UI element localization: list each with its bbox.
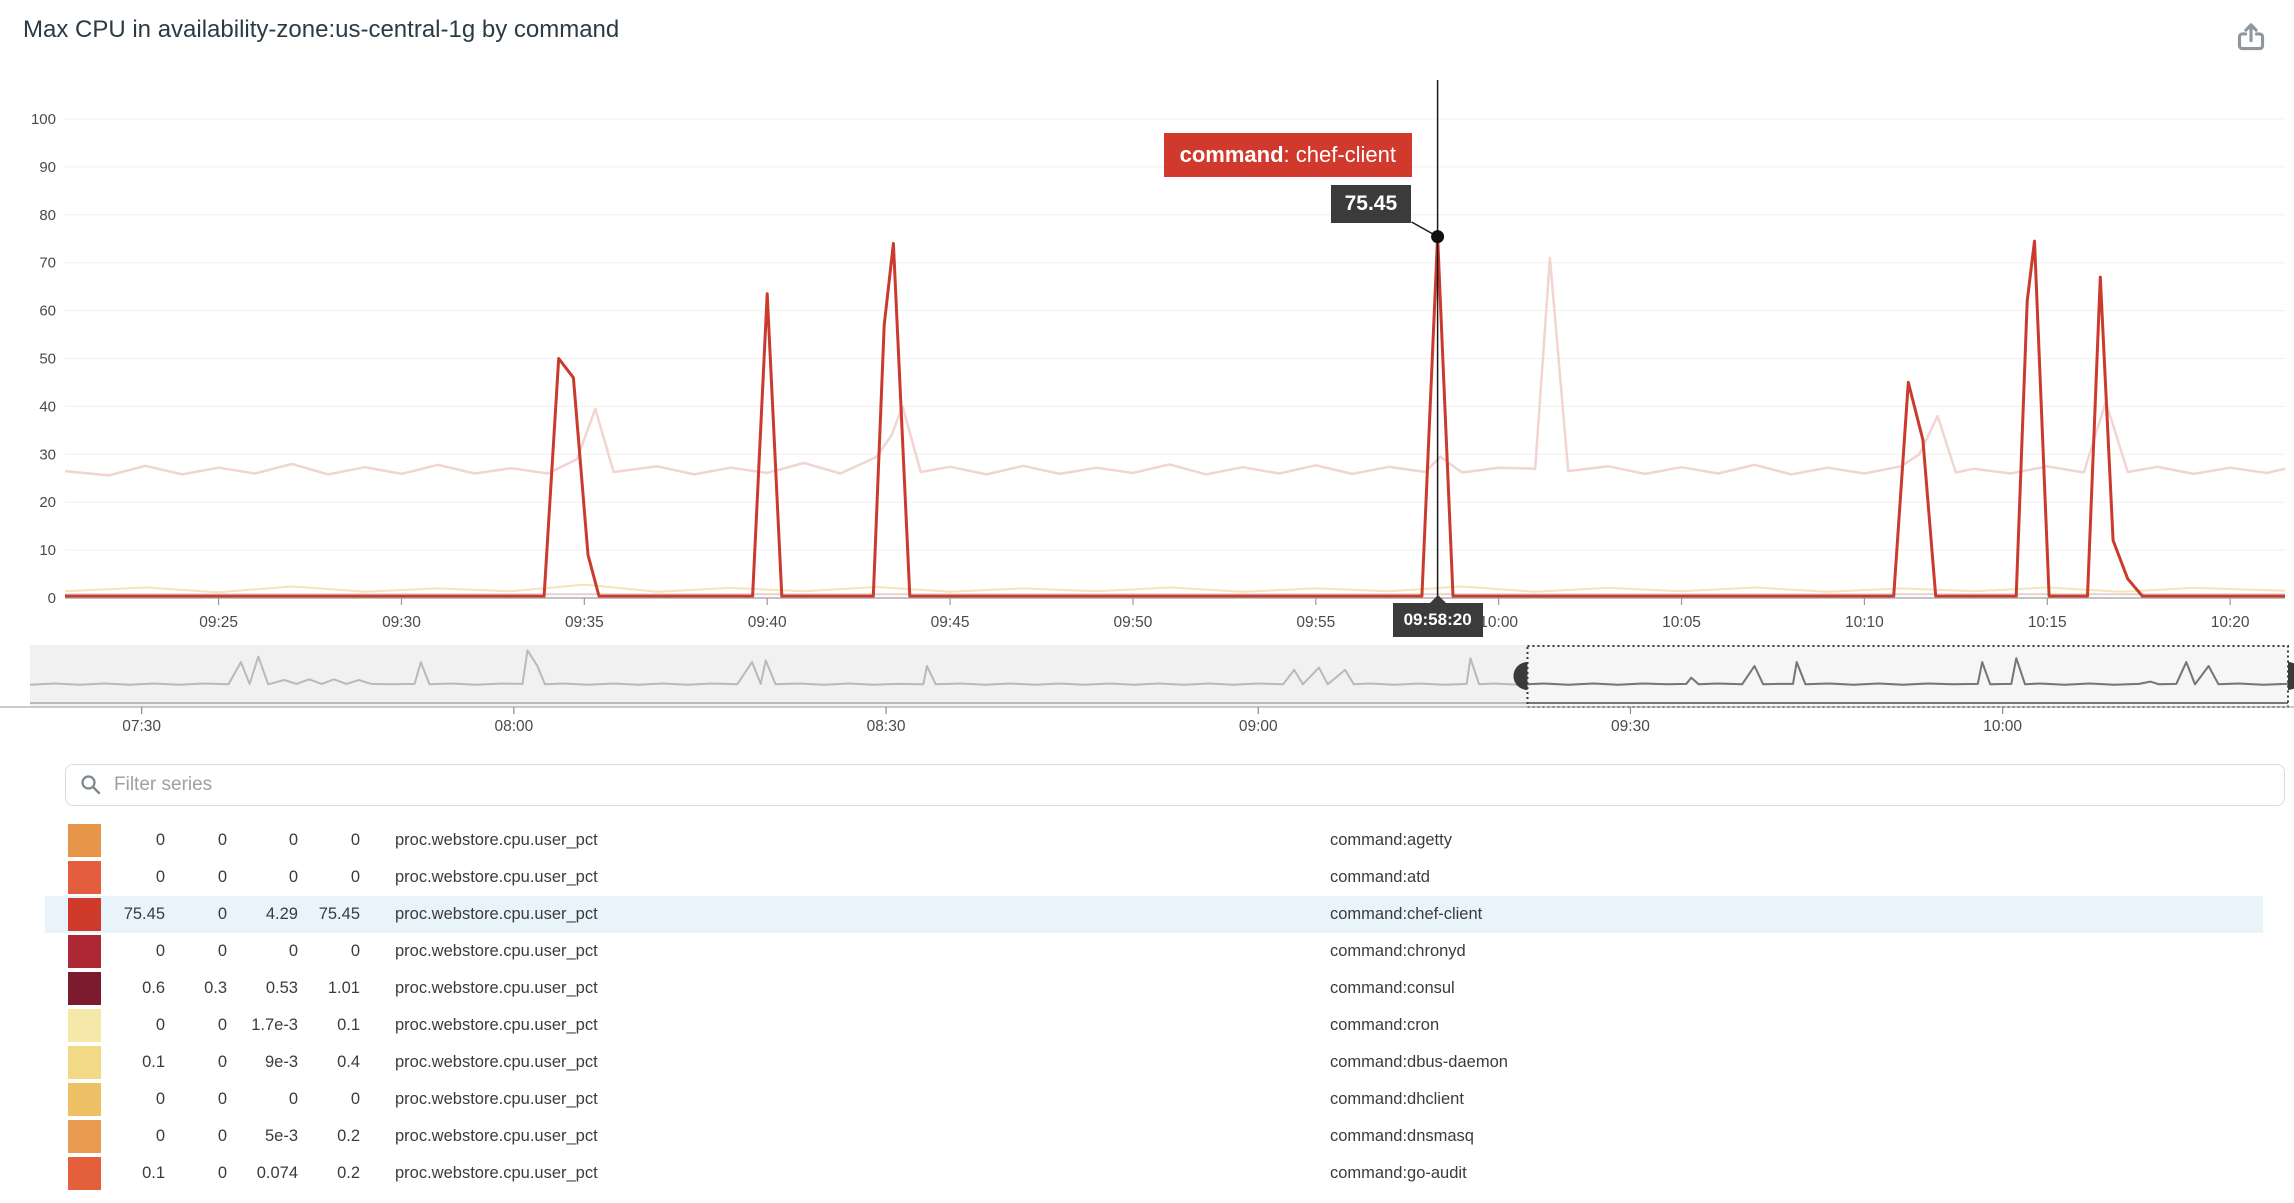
series-metric-name: proc.webstore.cpu.user_pct: [395, 896, 598, 933]
series-value-4: 75.45: [280, 896, 360, 933]
overview-axis-label: 10:00: [1983, 718, 2022, 735]
series-line-command:chef-client: [65, 237, 2285, 596]
series-row-command:go-audit[interactable]: 0.100.0740.2proc.webstore.cpu.user_pctco…: [45, 1155, 2263, 1192]
series-value-4: 0: [280, 822, 360, 859]
series-tag: command:go-audit: [1330, 1155, 1467, 1192]
y-axis-label: 70: [39, 255, 56, 272]
series-metric-name: proc.webstore.cpu.user_pct: [395, 822, 598, 859]
series-row-command:dbus-daemon[interactable]: 0.109e-30.4proc.webstore.cpu.user_pctcom…: [45, 1044, 2263, 1081]
series-metric-name: proc.webstore.cpu.user_pct: [395, 1081, 598, 1118]
series-value-2: 0.3: [147, 970, 227, 1007]
series-value-4: 0.1: [280, 1007, 360, 1044]
selection-handle-right[interactable]: [2288, 662, 2294, 690]
series-tag: command:dnsmasq: [1330, 1118, 1474, 1155]
series-row-command:consul[interactable]: 0.60.30.531.01proc.webstore.cpu.user_pct…: [45, 970, 2263, 1007]
filter-series-container: [65, 764, 2285, 806]
app-window: Max CPU in availability-zone:us-central-…: [0, 0, 2294, 1203]
series-value-2: 0: [147, 896, 227, 933]
series-value-2: 0: [147, 1007, 227, 1044]
series-metric-name: proc.webstore.cpu.user_pct: [395, 1007, 598, 1044]
series-row-command:cron[interactable]: 001.7e-30.1proc.webstore.cpu.user_pctcom…: [45, 1007, 2263, 1044]
series-tag: command:atd: [1330, 859, 1430, 896]
series-tag: command:dhclient: [1330, 1081, 1464, 1118]
series-metric-name: proc.webstore.cpu.user_pct: [395, 1044, 598, 1081]
series-value-4: 0.2: [280, 1118, 360, 1155]
series-value-4: 0.4: [280, 1044, 360, 1081]
series-value-4: 0: [280, 933, 360, 970]
series-legend-table: 0000proc.webstore.cpu.user_pctcommand:ag…: [45, 822, 2263, 1192]
y-axis-label: 60: [39, 303, 56, 320]
tooltip-value: chef-client: [1296, 142, 1396, 167]
overview-axis-label: 08:30: [867, 718, 906, 735]
series-value-2: 0: [147, 1155, 227, 1192]
tooltip-key: command: [1180, 142, 1284, 167]
series-value-4: 0: [280, 859, 360, 896]
x-axis-label: 10:05: [1662, 614, 1701, 631]
series-metric-name: proc.webstore.cpu.user_pct: [395, 933, 598, 970]
crosshair-time-badge: 09:58:20: [1393, 603, 1483, 637]
filter-series-input[interactable]: [65, 764, 2285, 806]
x-axis-label: 10:15: [2028, 614, 2067, 631]
series-row-command:dnsmasq[interactable]: 005e-30.2proc.webstore.cpu.user_pctcomma…: [45, 1118, 2263, 1155]
series-metric-name: proc.webstore.cpu.user_pct: [395, 970, 598, 1007]
x-axis-label: 09:50: [1114, 614, 1153, 631]
series-tag: command:agetty: [1330, 822, 1452, 859]
series-metric-name: proc.webstore.cpu.user_pct: [395, 1155, 598, 1192]
series-value-4: 0.2: [280, 1155, 360, 1192]
x-axis-label: 10:20: [2211, 614, 2250, 631]
series-row-command:chef-client[interactable]: 75.4504.2975.45proc.webstore.cpu.user_pc…: [45, 896, 2263, 933]
crosshair-point-marker: [1431, 230, 1444, 243]
series-tag: command:chronyd: [1330, 933, 1466, 970]
series-line-faded-series-high: [65, 258, 2285, 476]
series-value-2: 0: [147, 1081, 227, 1118]
y-axis-label: 40: [39, 398, 56, 415]
series-value-2: 0: [147, 1044, 227, 1081]
x-axis-label: 09:35: [565, 614, 604, 631]
y-axis-label: 0: [48, 590, 56, 607]
y-axis-label: 10: [39, 542, 56, 559]
y-axis-label: 20: [39, 494, 56, 511]
series-value-2: 0: [147, 1118, 227, 1155]
series-row-command:agetty[interactable]: 0000proc.webstore.cpu.user_pctcommand:ag…: [45, 822, 2263, 859]
y-axis-label: 50: [39, 351, 56, 368]
x-axis-label: 10:00: [1479, 614, 1518, 631]
overview-axis-label: 09:30: [1611, 718, 1650, 735]
series-tag: command:chef-client: [1330, 896, 1482, 933]
overview-axis-label: 09:00: [1239, 718, 1278, 735]
overview-axis-label: 08:00: [494, 718, 533, 735]
overview-axis-label: 07:30: [122, 718, 161, 735]
series-tag: command:cron: [1330, 1007, 1439, 1044]
overview-selection-brush[interactable]: [1527, 646, 2288, 707]
tooltip-separator: :: [1284, 142, 1296, 167]
y-axis-label: 100: [31, 111, 56, 128]
x-axis-label: 09:40: [748, 614, 787, 631]
x-axis-label: 09:25: [199, 614, 238, 631]
tooltip-value-badge: 75.45: [1331, 185, 1412, 223]
series-row-command:chronyd[interactable]: 0000proc.webstore.cpu.user_pctcommand:ch…: [45, 933, 2263, 970]
series-line-faded-series-low: [65, 585, 2285, 593]
series-tag: command:consul: [1330, 970, 1455, 1007]
x-axis-label: 09:55: [1296, 614, 1335, 631]
series-tag: command:dbus-daemon: [1330, 1044, 1508, 1081]
series-value-4: 0: [280, 1081, 360, 1118]
y-axis-label: 30: [39, 446, 56, 463]
y-axis-label: 80: [39, 207, 56, 224]
series-value-2: 0: [147, 822, 227, 859]
y-axis-label: 90: [39, 159, 56, 176]
series-value-4: 1.01: [280, 970, 360, 1007]
main-chart[interactable]: 0 10 20 30 40 50 60 70 80 90 100 09:25 09:30 09:35 09:…: [0, 0, 2294, 745]
tooltip-series-badge: command: chef-client: [1164, 133, 1412, 177]
series-value-2: 0: [147, 859, 227, 896]
series-value-2: 0: [147, 933, 227, 970]
series-row-command:atd[interactable]: 0000proc.webstore.cpu.user_pctcommand:at…: [45, 859, 2263, 896]
series-metric-name: proc.webstore.cpu.user_pct: [395, 859, 598, 896]
x-axis-label: 10:10: [1845, 614, 1884, 631]
series-row-command:dhclient[interactable]: 0000proc.webstore.cpu.user_pctcommand:dh…: [45, 1081, 2263, 1118]
x-axis-label: 09:45: [931, 614, 970, 631]
series-metric-name: proc.webstore.cpu.user_pct: [395, 1118, 598, 1155]
x-axis-label: 09:30: [382, 614, 421, 631]
